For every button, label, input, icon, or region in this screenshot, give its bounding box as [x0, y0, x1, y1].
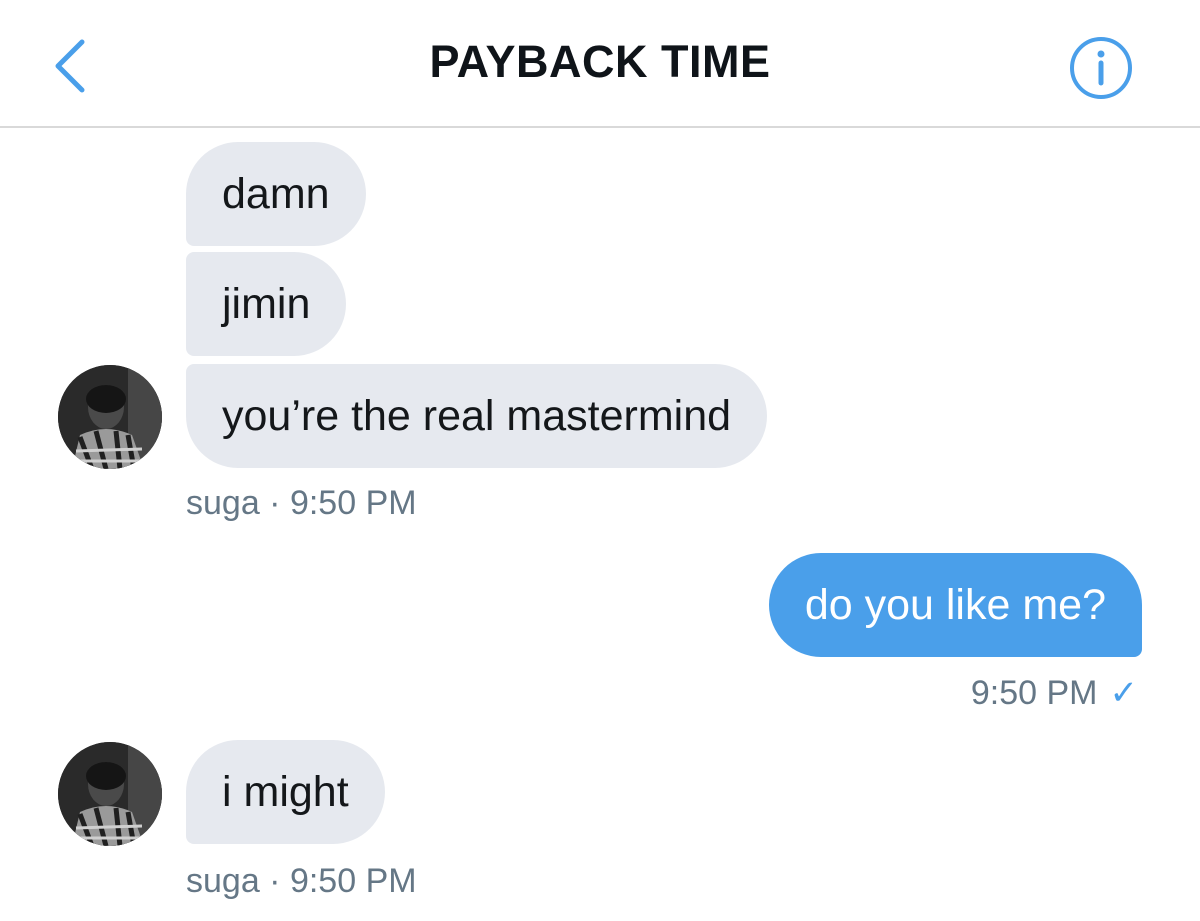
- message-text: jimin: [222, 280, 311, 328]
- conversation-header: PAYBACK TIME: [0, 0, 1200, 128]
- message-text: you’re the real mastermind: [222, 392, 732, 440]
- avatar-photo: [58, 365, 162, 469]
- received-message-bubble[interactable]: jimin: [186, 252, 347, 356]
- conversation-title: PAYBACK TIME: [429, 36, 771, 87]
- sent-message-meta: 9:50 PM ✓: [971, 673, 1138, 713]
- message-meta: suga · 9:50 PM: [186, 862, 417, 900]
- avatar[interactable]: [58, 365, 162, 469]
- sent-timestamp: 9:50 PM: [970, 674, 1098, 712]
- message-meta: suga · 9:50 PM: [186, 484, 417, 522]
- info-button[interactable]: [1068, 35, 1134, 101]
- received-message-bubble[interactable]: i might: [186, 740, 385, 844]
- message-text: i might: [222, 768, 349, 816]
- message-text: do you like me?: [804, 581, 1106, 629]
- avatar-photo: [58, 742, 162, 846]
- received-message-bubble[interactable]: damn: [186, 142, 366, 246]
- message-text: damn: [222, 170, 330, 218]
- sent-message-bubble[interactable]: do you like me?: [768, 553, 1142, 657]
- avatar[interactable]: [58, 742, 162, 846]
- info-icon: [1070, 37, 1132, 99]
- received-message-bubble[interactable]: you’re the real mastermind: [186, 364, 768, 468]
- checkmark-icon: ✓: [1109, 674, 1139, 712]
